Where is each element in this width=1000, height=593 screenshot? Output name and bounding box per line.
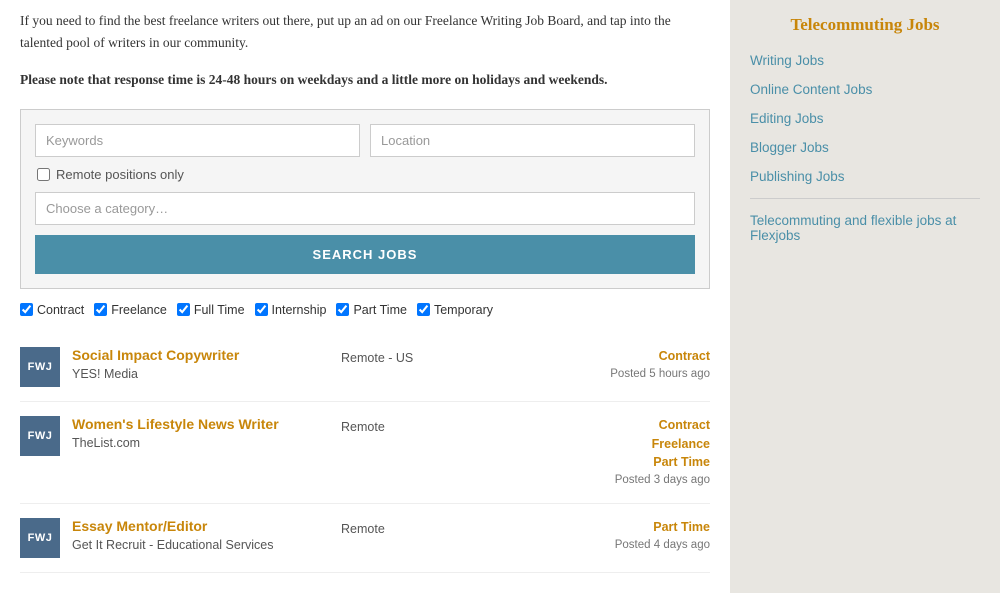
filter-item[interactable]: Freelance [94,303,167,317]
filter-label: Contract [37,303,84,317]
intro-text: If you need to find the best freelance w… [20,10,710,53]
job-logo: FWJ [20,518,60,558]
sidebar-link-item[interactable]: Editing Jobs [750,111,980,126]
job-meta: Part TimePosted 4 days ago [610,518,710,554]
filter-label: Part Time [353,303,407,317]
job-meta: ContractPosted 5 hours ago [610,347,710,383]
notice-strong: Please note that response time is 24-48 … [20,72,608,87]
filter-label: Full Time [194,303,245,317]
job-meta: ContractFreelancePart TimePosted 3 days … [610,416,710,490]
search-row [35,124,695,157]
filter-item[interactable]: Part Time [336,303,407,317]
category-select[interactable]: Choose a category… [35,192,695,225]
sidebar-title: Telecommuting Jobs [750,15,980,35]
notice-text: Please note that response time is 24-48 … [20,69,710,91]
sidebar-links: Writing Jobs Online Content Jobs Editing J… [750,53,980,243]
job-title[interactable]: Women's Lifestyle News Writer [72,416,279,432]
job-type-badge: Contract [610,347,710,366]
job-location-col: Remote [341,416,598,434]
job-posted: Posted 5 hours ago [610,366,710,383]
job-logo: FWJ [20,347,60,387]
search-button[interactable]: SEARCH JOBS [35,235,695,274]
job-logo: FWJ [20,416,60,456]
location-input[interactable] [370,124,695,157]
sidebar: Telecommuting Jobs Writing Jobs Online Co… [730,0,1000,593]
filter-label: Temporary [434,303,493,317]
filter-item[interactable]: Full Time [177,303,245,317]
job-title[interactable]: Social Impact Copywriter [72,347,239,363]
sidebar-link-item[interactable]: Writing Jobs [750,53,980,68]
job-type-badge: Part Time [610,518,710,537]
remote-label: Remote positions only [56,167,184,182]
remote-checkbox[interactable] [37,168,50,181]
filter-checkbox[interactable] [336,303,349,316]
job-location: Remote - US [341,351,598,365]
job-list: FWJ Social Impact Copywriter YES! Media Rem… [20,333,710,574]
filter-row: Contract Freelance Full Time Internship Part… [20,303,710,317]
filter-checkbox[interactable] [20,303,33,316]
job-location: Remote [341,522,598,536]
filter-label: Internship [272,303,327,317]
job-type-badge: Freelance [610,435,710,454]
filter-item[interactable]: Internship [255,303,327,317]
filter-checkbox[interactable] [177,303,190,316]
job-location-col: Remote - US [341,347,598,365]
job-location-col: Remote [341,518,598,536]
table-row: FWJ Women's Lifestyle News Writer TheList.… [20,402,710,505]
search-box: Remote positions only Choose a category…… [20,109,710,289]
filter-label: Freelance [111,303,167,317]
job-posted: Posted 3 days ago [610,472,710,489]
filter-checkbox[interactable] [94,303,107,316]
job-company: YES! Media [72,367,329,381]
main-content: If you need to find the best freelance w… [0,0,730,593]
job-details: Women's Lifestyle News Writer TheList.com [72,416,329,450]
job-company: Get It Recruit - Educational Services [72,538,329,552]
sidebar-divider [750,198,980,199]
sidebar-link-item[interactable]: Publishing Jobs [750,169,980,184]
filter-item[interactable]: Contract [20,303,84,317]
filter-checkbox[interactable] [417,303,430,316]
sidebar-link-item[interactable]: Telecommuting and flexible jobs at Flexj… [750,213,980,243]
keywords-input[interactable] [35,124,360,157]
table-row: FWJ Essay Mentor/EditorGet It Recruit - E… [20,504,710,573]
filter-item[interactable]: Temporary [417,303,493,317]
job-company: TheList.com [72,436,329,450]
job-details: Social Impact Copywriter YES! Media [72,347,329,381]
job-type-badge: Part Time [610,453,710,472]
filter-checkbox[interactable] [255,303,268,316]
sidebar-link-item[interactable]: Online Content Jobs [750,82,980,97]
job-type-badge: Contract [610,416,710,435]
remote-row: Remote positions only [35,167,695,182]
job-location: Remote [341,420,598,434]
table-row: FWJ Social Impact Copywriter YES! Media Rem… [20,333,710,402]
sidebar-link-item[interactable]: Blogger Jobs [750,140,980,155]
job-details: Essay Mentor/EditorGet It Recruit - Educ… [72,518,329,552]
job-posted: Posted 4 days ago [610,537,710,554]
